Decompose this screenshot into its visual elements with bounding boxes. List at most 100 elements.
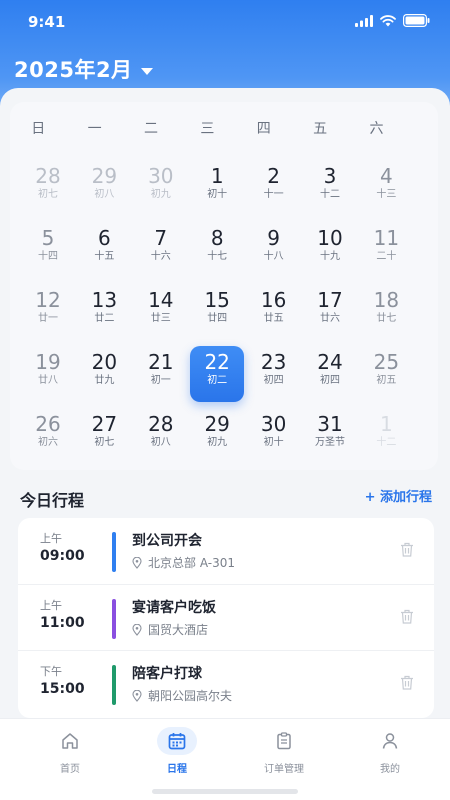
nav-icon-container bbox=[50, 727, 90, 755]
location-pin-icon bbox=[132, 623, 142, 636]
day-number: 25 bbox=[373, 350, 400, 374]
event-location: 北京总部 A-301 bbox=[132, 554, 235, 571]
calendar-day[interactable]: 20 廿九 bbox=[77, 346, 131, 402]
lunar-date: 初九 bbox=[150, 189, 171, 200]
day-number: 3 bbox=[323, 164, 337, 188]
bottom-navigation: 首页 日程 订单管理 我的 bbox=[0, 718, 450, 800]
day-number: 9 bbox=[267, 226, 280, 250]
calendar-day[interactable]: 12 廿一 bbox=[21, 284, 75, 340]
calendar-day[interactable]: 6 十五 bbox=[77, 222, 131, 278]
calendar-day[interactable]: 28 初七 bbox=[21, 160, 75, 216]
calendar-day[interactable]: 2 十一 bbox=[247, 160, 301, 216]
calendar-day[interactable]: 7 十六 bbox=[134, 222, 188, 278]
calendar-day[interactable]: 8 十七 bbox=[190, 222, 244, 278]
calendar-day[interactable]: 4 十三 bbox=[359, 160, 413, 216]
lunar-date: 初六 bbox=[38, 437, 58, 448]
calendar-day[interactable]: 17 廿六 bbox=[303, 284, 357, 340]
weekday-label: 日 bbox=[31, 121, 46, 137]
month-selector[interactable]: 2025年2月 bbox=[14, 54, 153, 84]
event-period: 上午 bbox=[40, 599, 62, 612]
lunar-date: 廿八 bbox=[38, 375, 58, 386]
calendar-day[interactable]: 13 廿二 bbox=[77, 284, 131, 340]
calendar-day[interactable]: 28 初八 bbox=[134, 408, 188, 464]
calendar-day[interactable]: 1 十二 bbox=[359, 408, 413, 464]
calendar-day[interactable]: 26 初六 bbox=[21, 408, 75, 464]
nav-label: 首页 bbox=[60, 764, 80, 775]
event-item[interactable]: 上午 09:00 到公司开会 北京总部 A-301 bbox=[18, 518, 434, 584]
nav-item-schedule[interactable]: 日程 bbox=[137, 727, 217, 775]
event-period: 上午 bbox=[40, 532, 62, 545]
lunar-date: 廿五 bbox=[263, 313, 284, 324]
day-number: 30 bbox=[148, 164, 174, 188]
calendar-day[interactable]: 16 廿五 bbox=[247, 284, 301, 340]
calendar-day[interactable]: 11 二十 bbox=[359, 222, 413, 278]
lunar-date: 初二 bbox=[207, 375, 228, 386]
event-item[interactable]: 上午 11:00 宴请客户吃饭 国贸大酒店 bbox=[18, 584, 434, 650]
calendar-day[interactable]: 27 初七 bbox=[77, 408, 131, 464]
calendar-day[interactable]: 24 初四 bbox=[303, 346, 357, 402]
clipboard-icon bbox=[277, 732, 291, 750]
day-number: 29 bbox=[204, 412, 230, 436]
event-period: 下午 bbox=[40, 665, 62, 678]
trash-icon[interactable] bbox=[400, 542, 414, 557]
calendar-day[interactable]: 31 万圣节 bbox=[303, 408, 357, 464]
calendar-day[interactable]: 15 廿四 bbox=[190, 284, 244, 340]
calendar-day[interactable]: 30 初九 bbox=[134, 160, 188, 216]
lunar-date: 廿六 bbox=[320, 313, 340, 324]
lunar-date: 万圣节 bbox=[315, 437, 345, 448]
weekday-header: 日 一 二 三 四 五 六 bbox=[10, 118, 438, 138]
event-title: 陪客户打球 bbox=[132, 666, 202, 682]
event-time: 15:00 bbox=[40, 681, 85, 697]
lunar-date: 初十 bbox=[263, 437, 284, 448]
lunar-date: 初八 bbox=[94, 189, 115, 200]
lunar-date: 初四 bbox=[263, 375, 284, 386]
nav-icon-container bbox=[370, 727, 410, 755]
day-number: 4 bbox=[380, 164, 393, 188]
event-item[interactable]: 下午 15:00 陪客户打球 朝阳公园高尔夫 bbox=[18, 650, 434, 716]
calendar-day[interactable]: 23 初四 bbox=[247, 346, 301, 402]
event-location: 国贸大酒店 bbox=[132, 621, 208, 638]
calendar-day[interactable]: 29 初九 bbox=[190, 408, 244, 464]
calendar-day[interactable]: 21 初一 bbox=[134, 346, 188, 402]
nav-item-home[interactable]: 首页 bbox=[30, 727, 110, 775]
calendar-day[interactable]: 19 廿八 bbox=[21, 346, 75, 402]
day-number: 23 bbox=[260, 350, 287, 374]
event-location: 朝阳公园高尔夫 bbox=[132, 687, 232, 704]
lunar-date: 廿三 bbox=[150, 313, 171, 324]
calendar-day[interactable]: 18 廿七 bbox=[359, 284, 413, 340]
day-number: 27 bbox=[91, 412, 118, 436]
calendar-day[interactable]: 9 十八 bbox=[247, 222, 301, 278]
calendar-day[interactable]: 10 十九 bbox=[303, 222, 357, 278]
lunar-date: 廿七 bbox=[376, 313, 397, 324]
day-number: 13 bbox=[91, 288, 118, 312]
day-number: 2 bbox=[267, 164, 280, 188]
trash-icon[interactable] bbox=[400, 675, 414, 690]
calendar-day[interactable]: 25 初五 bbox=[359, 346, 413, 402]
trash-icon[interactable] bbox=[400, 609, 414, 624]
day-number: 17 bbox=[317, 288, 343, 312]
day-number: 5 bbox=[41, 226, 55, 250]
wifi-icon bbox=[380, 14, 396, 26]
lunar-date: 十一 bbox=[263, 189, 284, 200]
nav-item-orders[interactable]: 订单管理 bbox=[244, 727, 324, 775]
lunar-date: 廿九 bbox=[94, 375, 115, 386]
lunar-date: 初五 bbox=[376, 375, 397, 386]
day-number: 20 bbox=[91, 350, 118, 374]
calendar-day[interactable]: 3 十二 bbox=[303, 160, 357, 216]
add-schedule-button[interactable]: + 添加行程 bbox=[365, 486, 432, 505]
event-time: 11:00 bbox=[40, 615, 85, 631]
nav-label: 日程 bbox=[167, 764, 187, 775]
calendar-day[interactable]: 5 十四 bbox=[21, 222, 75, 278]
calendar-day[interactable]: 30 初十 bbox=[247, 408, 301, 464]
lunar-date: 廿一 bbox=[38, 313, 58, 324]
lunar-date: 二十 bbox=[376, 251, 397, 262]
calendar-day[interactable]: 14 廿三 bbox=[134, 284, 188, 340]
calendar-day-selected[interactable]: 22 初二 bbox=[190, 346, 245, 402]
calendar-day[interactable]: 29 初八 bbox=[77, 160, 131, 216]
day-number: 1 bbox=[210, 164, 224, 188]
nav-item-me[interactable]: 我的 bbox=[350, 727, 430, 775]
day-number: 28 bbox=[35, 164, 61, 188]
day-number: 1 bbox=[380, 412, 393, 436]
calendar-day[interactable]: 1 初十 bbox=[190, 160, 244, 216]
status-bar: 9:41 bbox=[0, 0, 450, 44]
